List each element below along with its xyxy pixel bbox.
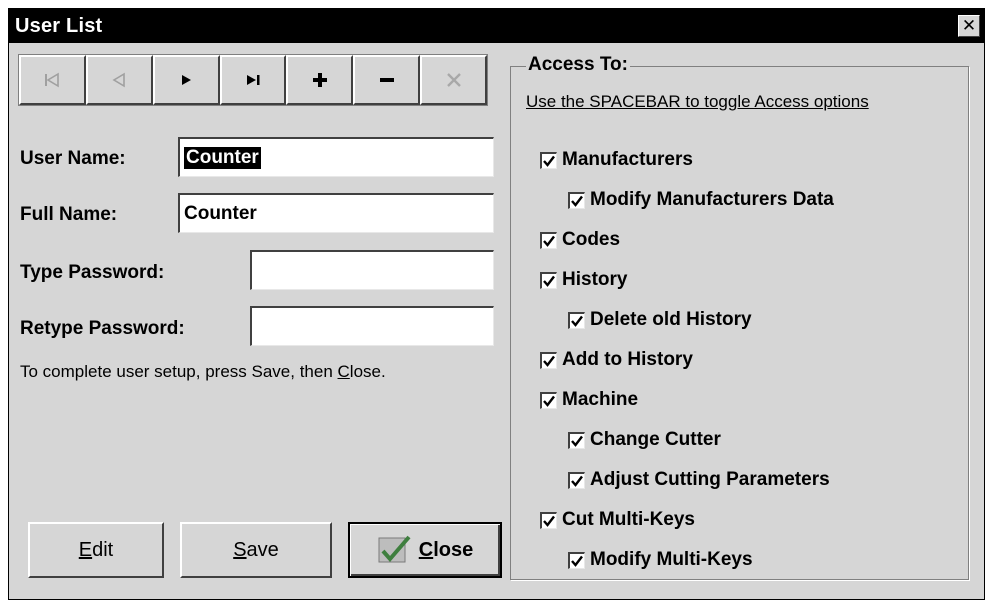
close-window-button[interactable]: ✕	[958, 15, 980, 37]
prev-icon	[112, 72, 126, 88]
check-icon	[543, 275, 555, 287]
access-option-label: Adjust Cutting Parameters	[590, 469, 830, 490]
first-record-button[interactable]	[19, 55, 86, 105]
setup-hint: To complete user setup, press Save, then…	[20, 362, 386, 381]
window-title: User List	[15, 15, 103, 37]
title-bar: User List ✕	[9, 9, 984, 43]
access-option-label: Manufacturers	[562, 149, 693, 170]
access-option-label: Modify Multi-Keys	[590, 549, 753, 570]
access-option-change-cutter[interactable]: Change Cutter	[568, 429, 721, 451]
check-icon	[571, 315, 583, 327]
access-option-label: Machine	[562, 389, 639, 410]
retype-password-field[interactable]	[250, 306, 494, 346]
close-icon: ✕	[961, 16, 977, 35]
cancel-record-button[interactable]	[420, 55, 488, 105]
user-name-field[interactable]: Counter	[178, 137, 494, 177]
access-checkbox[interactable]	[568, 551, 585, 569]
access-option-codes[interactable]: Codes	[540, 229, 620, 251]
access-option-label: Modify Manufacturers Data	[590, 189, 834, 210]
type-password-label: Type Password:	[20, 262, 165, 283]
check-icon	[571, 475, 583, 487]
check-icon	[543, 515, 555, 527]
access-option-adjust-cutting-parameters[interactable]: Adjust Cutting Parameters	[568, 469, 830, 491]
access-checkbox[interactable]	[540, 271, 557, 289]
access-checkbox[interactable]	[568, 311, 585, 329]
edit-button[interactable]: Edit	[28, 522, 164, 578]
access-checkbox[interactable]	[540, 351, 557, 369]
access-option-label: Add to History	[562, 349, 693, 370]
full-name-label: Full Name:	[20, 204, 118, 225]
user-name-label: User Name:	[20, 148, 126, 169]
access-hint: Use the SPACEBAR to toggle Access option…	[526, 92, 869, 111]
access-checkbox[interactable]	[568, 471, 585, 489]
access-option-label: History	[562, 269, 628, 290]
delete-record-button[interactable]	[353, 55, 421, 105]
checkmark-icon	[378, 535, 411, 563]
access-legend: Access To:	[526, 54, 630, 76]
last-record-button[interactable]	[219, 55, 287, 105]
last-icon	[247, 75, 260, 85]
check-icon	[571, 435, 583, 447]
full-name-field[interactable]: Counter	[178, 193, 494, 233]
access-option-modify-multi-keys[interactable]: Modify Multi-Keys	[568, 549, 753, 571]
check-icon	[543, 395, 555, 407]
access-option-label: Codes	[562, 229, 621, 250]
plus-icon	[312, 73, 327, 87]
user-name-value: Counter	[184, 146, 261, 169]
retype-password-label: Retype Password:	[20, 318, 185, 339]
access-option-cut-multi-keys[interactable]: Cut Multi-Keys	[540, 509, 695, 531]
access-checkbox[interactable]	[540, 231, 557, 249]
access-checkbox[interactable]	[568, 191, 585, 209]
x-icon	[446, 73, 461, 87]
access-option-machine[interactable]: Machine	[540, 389, 638, 411]
close-button[interactable]: Close	[348, 522, 502, 578]
check-icon	[571, 195, 583, 207]
access-option-modify-manufacturers-data[interactable]: Modify Manufacturers Data	[568, 189, 834, 211]
add-record-button[interactable]	[286, 55, 354, 105]
access-option-history[interactable]: History	[540, 269, 627, 291]
next-record-button[interactable]	[152, 55, 220, 105]
first-icon	[45, 72, 60, 88]
access-option-add-to-history[interactable]: Add to History	[540, 349, 693, 371]
access-option-manufacturers[interactable]: Manufacturers	[540, 149, 693, 171]
access-checkbox[interactable]	[540, 151, 557, 169]
access-option-label: Change Cutter	[590, 429, 721, 450]
minus-icon	[379, 78, 394, 82]
full-name-value: Counter	[184, 202, 257, 224]
check-icon	[543, 355, 555, 367]
record-navigator	[18, 54, 488, 106]
access-checkbox[interactable]	[540, 511, 557, 529]
next-icon	[182, 75, 192, 85]
access-checkbox[interactable]	[540, 391, 557, 409]
check-icon	[543, 155, 555, 167]
save-button[interactable]: Save	[180, 522, 332, 578]
check-icon	[543, 235, 555, 247]
prev-record-button[interactable]	[85, 55, 153, 105]
access-checkbox[interactable]	[568, 431, 585, 449]
type-password-field[interactable]	[250, 250, 494, 290]
access-option-label: Delete old History	[590, 309, 752, 330]
check-icon	[571, 555, 583, 567]
access-option-label: Cut Multi-Keys	[562, 509, 695, 530]
access-option-delete-old-history[interactable]: Delete old History	[568, 309, 752, 331]
